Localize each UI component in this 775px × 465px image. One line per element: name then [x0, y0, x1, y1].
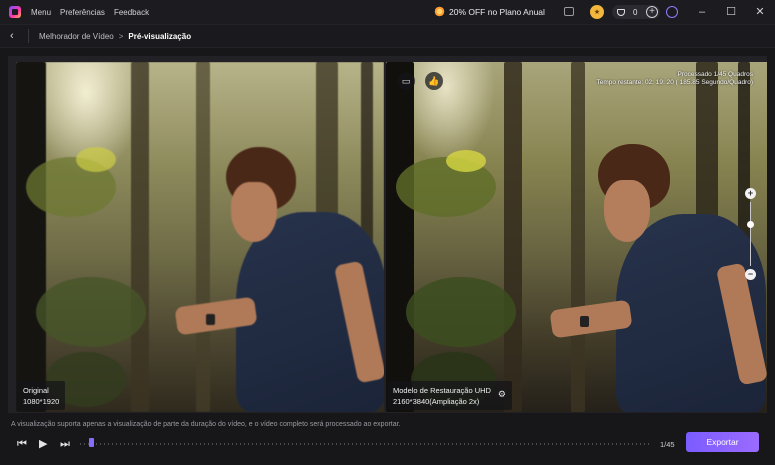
compare-toggle-button[interactable]: ▭ — [397, 72, 415, 90]
coin-icon[interactable]: ★ — [590, 5, 604, 19]
timeline-playhead[interactable] — [89, 438, 95, 447]
enhanced-resolution: 2160*3840(Ampliação 2x) — [393, 397, 480, 406]
enhanced-video-pane[interactable]: ▭ 👍 Processado 1/45 Quadros Tempo restan… — [386, 62, 767, 412]
original-frame-image — [16, 62, 384, 412]
promo-text: 20% OFF no Plano Anual — [449, 6, 545, 17]
title-bar: Menu Preferências Feedback 20% OFF no Pl… — [0, 0, 775, 24]
remaining-time: Tempo restante: 02: 19: 20 ( 185.85 Segu… — [596, 79, 753, 86]
zoom-out-button[interactable]: − — [745, 269, 756, 280]
maximize-button[interactable]: ☐ — [724, 5, 738, 19]
feedback-button[interactable]: Feedback — [114, 8, 149, 17]
enhanced-model-title: Modelo de Restauração UHD — [393, 386, 491, 395]
preview-area: Original 1080*1920 ▭ 👍 Processado 1/45 Q… — [8, 56, 767, 413]
breadcrumb-parent[interactable]: Melhorador de Vídeo — [39, 32, 114, 41]
processed-frames: Processado 1/45 Quadros — [677, 71, 753, 78]
credits-counter: 0 + — [612, 5, 660, 19]
divider — [28, 29, 29, 43]
credits-value: 0 — [633, 7, 638, 17]
zoom-slider-handle[interactable] — [747, 221, 754, 228]
add-credits-button[interactable]: + — [646, 6, 658, 18]
menu-button[interactable]: Menu — [31, 8, 51, 17]
zoom-in-button[interactable]: + — [745, 188, 756, 199]
thumbs-up-button[interactable]: 👍 — [425, 72, 443, 90]
gem-icon — [617, 8, 625, 16]
timeline-track[interactable] — [80, 443, 652, 445]
enhanced-frame-image — [386, 62, 767, 412]
original-label: Original 1080*1920 — [18, 381, 66, 410]
account-avatar-icon[interactable] — [666, 6, 678, 18]
promo-badge-icon — [434, 6, 445, 17]
processing-status: Processado 1/45 Quadros Tempo restante: … — [597, 71, 753, 87]
breadcrumb: ‹ Melhorador de Vídeo > Pré-visualização — [0, 24, 775, 48]
original-video-pane[interactable]: Original 1080*1920 — [16, 62, 384, 412]
original-title: Original — [23, 386, 49, 395]
minimize-button[interactable]: – — [695, 5, 709, 19]
back-arrow-icon[interactable]: ‹ — [10, 31, 20, 42]
close-button[interactable]: ✕ — [753, 5, 767, 19]
previous-frame-button[interactable]: ⏮ — [17, 438, 27, 450]
playback-controls: ⏮ ▶ ⏭ 1/45 Exportar — [0, 432, 775, 458]
preferences-button[interactable]: Preferências — [60, 8, 105, 17]
promo-banner[interactable]: 20% OFF no Plano Anual — [434, 6, 545, 17]
next-frame-button[interactable]: ⏭ — [60, 438, 70, 450]
original-resolution: 1080*1920 — [23, 397, 60, 406]
breadcrumb-current: Pré-visualização — [128, 31, 192, 41]
play-button[interactable]: ▶ — [39, 438, 47, 450]
app-logo-icon — [9, 6, 21, 18]
message-icon[interactable] — [564, 7, 574, 16]
zoom-control: + − — [745, 188, 757, 280]
frame-counter: 1/45 — [660, 440, 675, 449]
breadcrumb-separator: > — [118, 31, 124, 41]
zoom-slider-track[interactable] — [750, 202, 751, 266]
preview-notice: A visualização suporta apenas a visualiz… — [11, 421, 401, 428]
export-button[interactable]: Exportar — [686, 432, 759, 452]
settings-sliders-icon[interactable]: ⚙ — [498, 389, 506, 400]
enhanced-label: Modelo de Restauração UHD 2160*3840(Ampl… — [388, 381, 512, 410]
